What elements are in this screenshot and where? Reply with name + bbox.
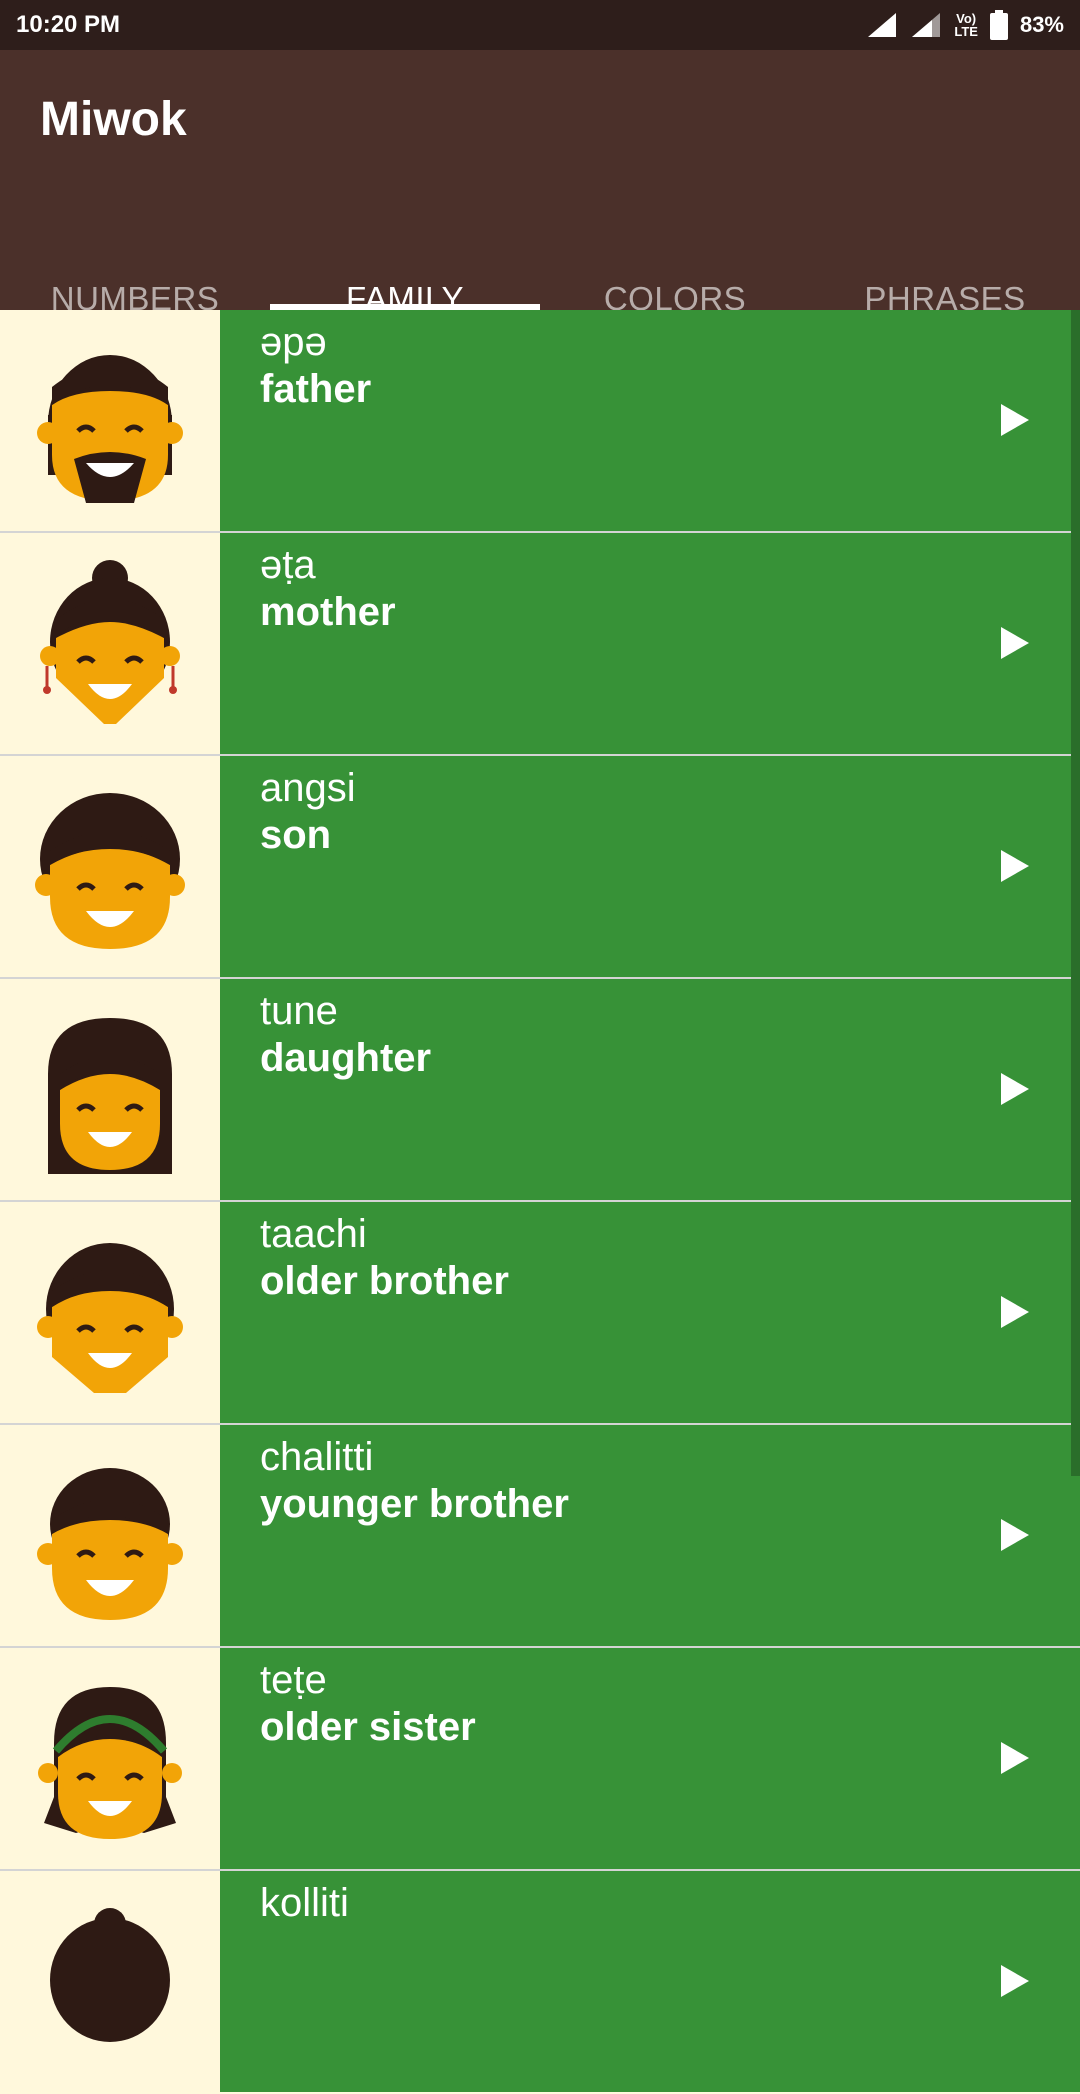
miwok-word: teṭe bbox=[260, 1658, 327, 1702]
tab-numbers[interactable]: NUMBERS bbox=[0, 226, 270, 317]
list-item[interactable]: kolliti bbox=[0, 1871, 1080, 2094]
tab-colors[interactable]: COLORS bbox=[540, 226, 810, 317]
avatar-cell bbox=[0, 1202, 220, 1423]
tab-phrases[interactable]: PHRASES bbox=[810, 226, 1080, 317]
word-list: əpə father əṭa mother angsi son tune dau… bbox=[0, 310, 1080, 2094]
word-card[interactable]: teṭe older sister bbox=[220, 1648, 1080, 1869]
miwok-word: əpə bbox=[260, 320, 327, 364]
app-title: Miwok bbox=[40, 93, 187, 146]
list-item[interactable]: angsi son bbox=[0, 756, 1080, 979]
play-icon[interactable] bbox=[999, 402, 1031, 438]
miwok-word: angsi bbox=[260, 766, 356, 810]
volte-icon: Vo) LTE bbox=[954, 12, 978, 38]
status-icons: Vo) LTE 83% bbox=[866, 10, 1064, 40]
younger-sister-avatar-icon bbox=[50, 1908, 170, 2042]
word-card[interactable]: taachi older brother bbox=[220, 1202, 1080, 1423]
battery-icon bbox=[989, 10, 1008, 40]
avatar-cell bbox=[0, 756, 220, 977]
list-item[interactable]: tune daughter bbox=[0, 979, 1080, 1202]
miwok-word: taachi bbox=[260, 1212, 367, 1256]
older-brother-avatar-icon bbox=[37, 1243, 183, 1393]
battery-percent: 83% bbox=[1019, 12, 1064, 37]
younger-brother-avatar-icon bbox=[37, 1468, 183, 1620]
english-word: mother bbox=[260, 590, 396, 634]
english-word: older brother bbox=[260, 1259, 509, 1303]
mother-avatar-icon bbox=[40, 560, 180, 724]
play-icon[interactable] bbox=[999, 625, 1031, 661]
play-icon[interactable] bbox=[999, 1294, 1031, 1330]
play-icon[interactable] bbox=[999, 1517, 1031, 1553]
son-avatar-icon bbox=[35, 793, 185, 949]
play-icon[interactable] bbox=[999, 1740, 1031, 1776]
miwok-word: tune bbox=[260, 989, 338, 1033]
father-avatar-icon bbox=[37, 355, 183, 503]
app-bar: Miwok NUMBERS FAMILY COLORS PHRASES bbox=[0, 50, 1080, 317]
status-time: 10:20 PM bbox=[16, 11, 121, 38]
miwok-word: chalitti bbox=[260, 1435, 374, 1479]
english-word: son bbox=[260, 813, 332, 857]
play-icon[interactable] bbox=[999, 1963, 1031, 1999]
english-word: younger brother bbox=[260, 1482, 569, 1526]
list-item[interactable]: əpə father bbox=[0, 310, 1080, 533]
word-card[interactable]: angsi son bbox=[220, 756, 1080, 977]
word-card[interactable]: əpə father bbox=[220, 310, 1080, 531]
avatar-cell bbox=[0, 1425, 220, 1646]
miwok-word: kolliti bbox=[260, 1881, 349, 1925]
status-bar: 10:20 PM Vo) LTE 83% bbox=[0, 0, 1080, 50]
avatar-cell bbox=[0, 979, 220, 1200]
tab-family[interactable]: FAMILY bbox=[270, 226, 540, 317]
tab-bar: NUMBERS FAMILY COLORS PHRASES bbox=[0, 226, 1080, 317]
list-item[interactable]: chalitti younger brother bbox=[0, 1425, 1080, 1648]
list-item[interactable]: əṭa mother bbox=[0, 533, 1080, 756]
daughter-avatar-icon bbox=[48, 1018, 172, 1174]
word-card[interactable]: kolliti bbox=[220, 1871, 1080, 2092]
list-item[interactable]: teṭe older sister bbox=[0, 1648, 1080, 1871]
signal-icon bbox=[868, 13, 897, 37]
volte-label-bottom: LTE bbox=[954, 24, 978, 39]
older-sister-avatar-icon bbox=[38, 1687, 182, 1839]
list-item[interactable]: taachi older brother bbox=[0, 1202, 1080, 1425]
english-word: daughter bbox=[260, 1036, 432, 1080]
miwok-word: əṭa bbox=[260, 543, 316, 587]
english-word: father bbox=[260, 367, 372, 411]
play-icon[interactable] bbox=[999, 848, 1031, 884]
avatar-cell bbox=[0, 1871, 220, 2092]
avatar-cell bbox=[0, 1648, 220, 1869]
word-card[interactable]: tune daughter bbox=[220, 979, 1080, 1200]
word-card[interactable]: chalitti younger brother bbox=[220, 1425, 1080, 1646]
english-word: older sister bbox=[260, 1705, 476, 1749]
avatar-cell bbox=[0, 533, 220, 754]
word-card[interactable]: əṭa mother bbox=[220, 533, 1080, 754]
scrollbar[interactable] bbox=[1071, 310, 1080, 1476]
play-icon[interactable] bbox=[999, 1071, 1031, 1107]
signal-icon bbox=[912, 13, 941, 37]
avatar-cell bbox=[0, 310, 220, 531]
